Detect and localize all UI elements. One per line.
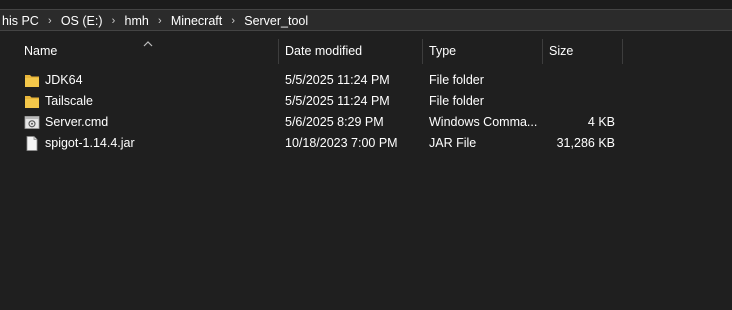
file-name: Tailscale bbox=[45, 94, 93, 108]
breadcrumb-item-minecraft[interactable]: Minecraft bbox=[169, 14, 224, 28]
folder-icon bbox=[25, 75, 39, 87]
breadcrumb-item-hmh[interactable]: hmh bbox=[123, 14, 151, 28]
file-size: 31,286 KB bbox=[556, 136, 615, 150]
cmd-file-icon bbox=[24, 116, 40, 129]
file-date: 5/5/2025 11:24 PM bbox=[285, 94, 390, 108]
column-header-row: Name Date modified Type Size bbox=[0, 39, 732, 64]
file-date: 5/6/2025 8:29 PM bbox=[285, 115, 384, 129]
chevron-right-icon[interactable]: › bbox=[224, 15, 242, 27]
file-row[interactable]: Tailscale 5/5/2025 11:24 PM File folder bbox=[0, 91, 732, 112]
chevron-right-icon[interactable]: › bbox=[105, 15, 123, 27]
column-header-name[interactable]: Name bbox=[18, 39, 277, 64]
column-header-size[interactable]: Size bbox=[543, 39, 622, 64]
file-list: Name Date modified Type Size JDK64 5/5/2… bbox=[0, 31, 732, 310]
file-type: JAR File bbox=[429, 136, 477, 150]
column-header-type[interactable]: Type bbox=[423, 39, 542, 64]
column-divider[interactable] bbox=[622, 39, 623, 64]
file-name: JDK64 bbox=[45, 73, 83, 87]
column-header-date[interactable]: Date modified bbox=[279, 39, 422, 64]
breadcrumb-item-server-tool[interactable]: Server_tool bbox=[242, 14, 310, 28]
chevron-right-icon[interactable]: › bbox=[151, 15, 169, 27]
file-date: 10/18/2023 7:00 PM bbox=[285, 136, 398, 150]
file-type: Windows Comma... bbox=[429, 115, 538, 129]
breadcrumb: his PC › OS (E:) › hmh › Minecraft › Ser… bbox=[0, 10, 310, 32]
breadcrumb-item-this-pc[interactable]: his PC bbox=[0, 14, 41, 28]
file-row[interactable]: Server.cmd 5/6/2025 8:29 PM Windows Comm… bbox=[0, 112, 732, 133]
file-type: File folder bbox=[429, 73, 484, 87]
file-type: File folder bbox=[429, 94, 484, 108]
file-size bbox=[543, 70, 615, 91]
file-row[interactable]: JDK64 5/5/2025 11:24 PM File folder bbox=[0, 70, 732, 91]
file-size bbox=[543, 91, 615, 112]
address-bar[interactable]: his PC › OS (E:) › hmh › Minecraft › Ser… bbox=[0, 9, 732, 31]
file-icon bbox=[26, 136, 38, 151]
breadcrumb-item-os-drive[interactable]: OS (E:) bbox=[59, 14, 105, 28]
file-name: spigot-1.14.4.jar bbox=[45, 136, 135, 150]
file-size: 4 KB bbox=[587, 115, 615, 129]
file-date: 5/5/2025 11:24 PM bbox=[285, 73, 390, 87]
file-row[interactable]: spigot-1.14.4.jar 10/18/2023 7:00 PM JAR… bbox=[0, 133, 732, 154]
folder-icon bbox=[25, 96, 39, 108]
chevron-right-icon[interactable]: › bbox=[41, 15, 59, 27]
file-name: Server.cmd bbox=[45, 115, 109, 129]
